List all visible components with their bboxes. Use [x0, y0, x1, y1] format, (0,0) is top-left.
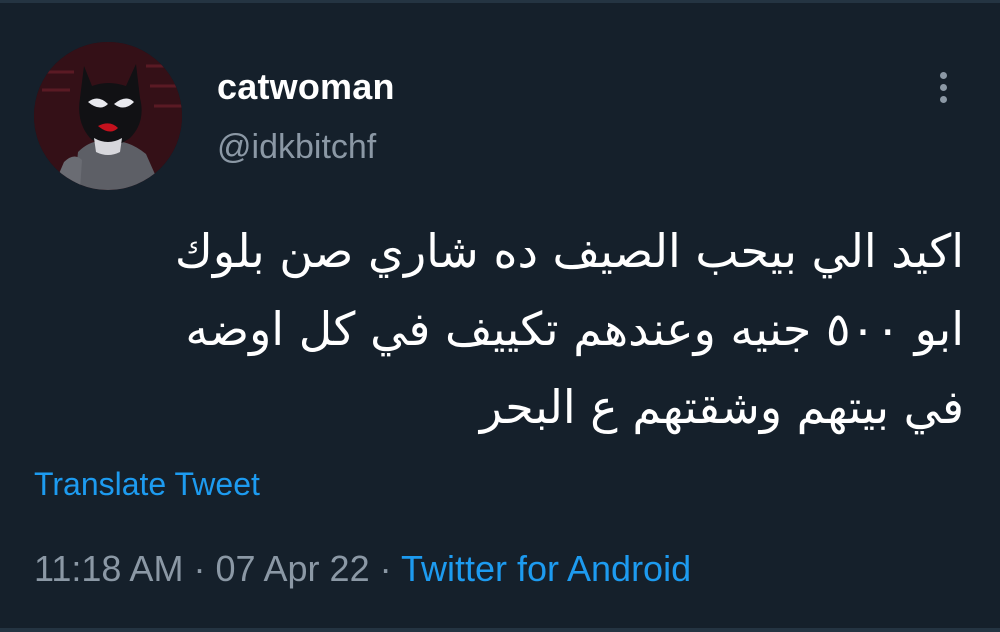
dot [939, 95, 947, 103]
tweet-time[interactable]: 11:18 AM [34, 548, 183, 589]
dot [939, 83, 947, 91]
tweet-source-link[interactable]: Twitter for Android [401, 548, 691, 589]
dot [939, 71, 947, 79]
tweet-text-line: ابو ٥٠٠ جنيه وعندهم تكييف في كل اوضه [185, 302, 964, 356]
tweet-metadata: 11:18 AM · 07 Apr 22 · Twitter for Andro… [34, 548, 691, 590]
tweet-text: اكيد الي بيحب الصيف ده شاري صن بلوك ابو … [34, 212, 964, 446]
meta-separator: · [379, 548, 392, 589]
display-name[interactable]: catwoman [217, 66, 395, 108]
tweet-date[interactable]: 07 Apr 22 [215, 548, 369, 589]
tweet-text-line: اكيد الي بيحب الصيف ده شاري صن بلوك [174, 224, 964, 278]
catwoman-avatar-image [34, 42, 182, 190]
bottom-divider [0, 628, 1000, 632]
profile-avatar[interactable] [34, 42, 182, 190]
top-divider [0, 0, 1000, 3]
meta-separator: · [193, 548, 206, 589]
translate-tweet-link[interactable]: Translate Tweet [34, 466, 260, 503]
tweet-text-line: في بيتهم وشقتهم ع البحر [479, 380, 964, 434]
more-options-icon[interactable] [926, 64, 960, 110]
user-handle[interactable]: @idkbitchf [217, 128, 376, 167]
